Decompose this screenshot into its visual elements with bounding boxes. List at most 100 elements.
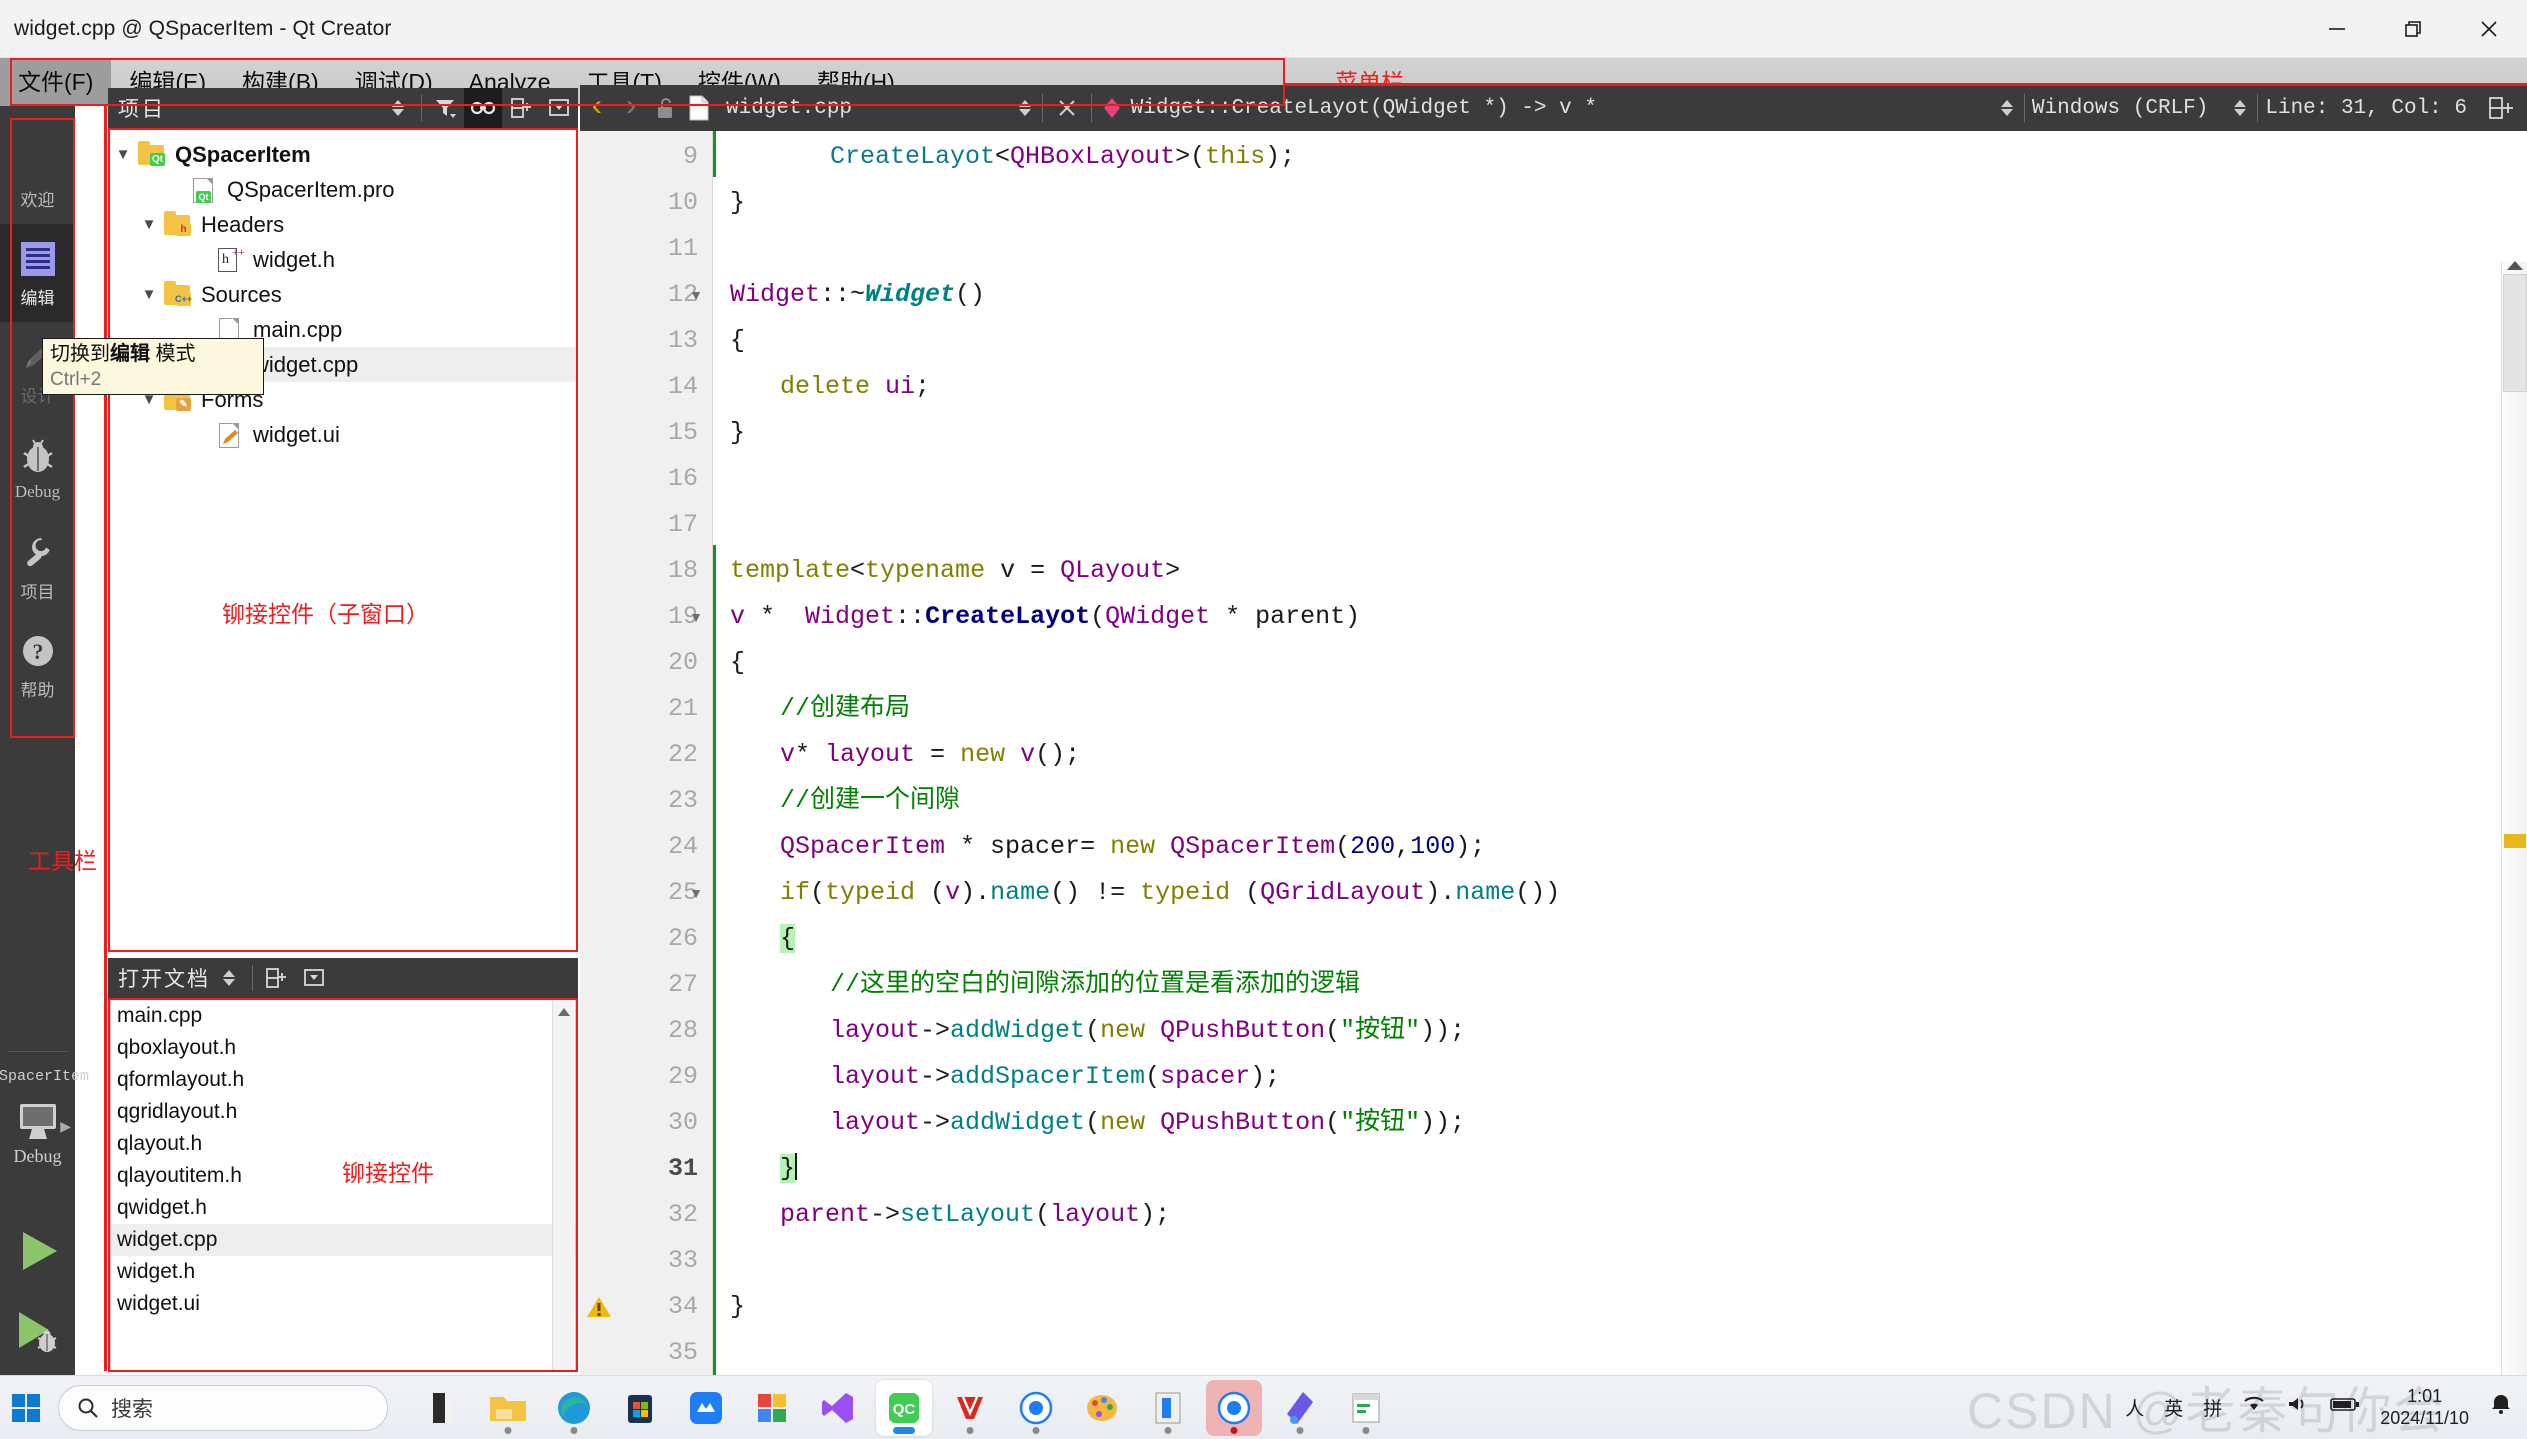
ime-person[interactable]: 人	[2125, 1394, 2144, 1421]
code-line[interactable]: v* layout = new v();	[714, 732, 1080, 778]
code-line[interactable]: parent->setLayout(layout);	[714, 1192, 1170, 1238]
list-item[interactable]: qformlayout.h	[111, 1064, 575, 1096]
code-line[interactable]: }	[714, 410, 745, 456]
tree-item-sources[interactable]: ▼ C++ Sources	[110, 277, 576, 312]
fold-toggle-icon[interactable]: ▼	[686, 594, 706, 640]
code-line[interactable]: layout->addWidget(new QPushButton("按钮"))…	[714, 1008, 1465, 1054]
split-add-icon[interactable]	[502, 88, 540, 128]
code-line[interactable]: template<typename v = QLayout>	[714, 548, 1180, 594]
office-icon[interactable]	[744, 1380, 800, 1436]
recording-icon[interactable]	[1206, 1379, 1262, 1436]
code-line[interactable]: delete ui;	[714, 364, 930, 410]
list-item[interactable]: main.cpp	[111, 1000, 575, 1032]
battery-icon[interactable]	[2330, 1395, 2360, 1419]
edge-icon[interactable]	[546, 1380, 602, 1436]
code-line[interactable]: layout->addWidget(new QPushButton("按钮"))…	[714, 1100, 1465, 1146]
list-item-selected[interactable]: widget.cpp	[111, 1224, 575, 1256]
start-debugging-button[interactable]	[0, 1296, 75, 1366]
mode-help[interactable]: ? 帮助	[0, 616, 75, 714]
code-line[interactable]: CreateLayot<QHBoxLayout>(this);	[714, 134, 1295, 180]
volume-icon[interactable]	[2286, 1394, 2310, 1420]
clock[interactable]: 1:01 2024/11/10	[2380, 1385, 2469, 1429]
wps-icon[interactable]	[942, 1380, 998, 1436]
encoding-spinner[interactable]	[2230, 100, 2250, 116]
warning-icon[interactable]	[586, 1284, 612, 1330]
ime-mode[interactable]: 拼	[2203, 1394, 2222, 1421]
close-dropdown-icon[interactable]	[540, 88, 578, 128]
fold-toggle-icon[interactable]: ▼	[686, 870, 706, 916]
notification-icon[interactable]	[2489, 1393, 2513, 1421]
code-line[interactable]: }	[714, 1146, 798, 1192]
terminal-icon[interactable]	[1338, 1380, 1394, 1436]
chevron-down-icon[interactable]: ▼	[136, 286, 162, 303]
nav-forward-button[interactable]: ›	[614, 85, 648, 131]
nav-back-button[interactable]: ‹	[580, 85, 614, 131]
project-tree[interactable]: ▼ Qt QSpacerItem Qt QSpacerItem.pro ▼ h …	[110, 129, 576, 952]
list-item[interactable]: qboxlayout.h	[111, 1032, 575, 1064]
code-line[interactable]	[714, 1238, 730, 1284]
filter-icon[interactable]	[426, 88, 464, 128]
code-line[interactable]: //创建布局	[714, 686, 910, 732]
affinity-icon[interactable]	[1272, 1380, 1328, 1436]
symbol-selector[interactable]: Widget::CreateLayot(QWidget *) -> v *	[1131, 97, 1597, 120]
code-line[interactable]: }	[714, 180, 745, 226]
code-line[interactable]: v * Widget::CreateLayot(QWidget * parent…	[714, 594, 1360, 640]
code-line[interactable]	[714, 1330, 730, 1375]
code-line[interactable]: layout->addSpacerItem(spacer);	[714, 1054, 1280, 1100]
list-item[interactable]: widget.ui	[111, 1288, 575, 1320]
tree-item-pro-file[interactable]: Qt QSpacerItem.pro	[110, 172, 576, 207]
tree-item-widget-h[interactable]: h ++ widget.h	[110, 242, 576, 277]
code-area[interactable]: CreateLayot<QHBoxLayout>(this);}Widget::…	[714, 131, 2527, 1375]
maximize-restore-button[interactable]	[2375, 0, 2451, 58]
chevron-down-icon[interactable]: ▼	[136, 216, 162, 233]
tree-item-widget-ui[interactable]: widget.ui	[110, 417, 576, 452]
editor-scrollbar[interactable]	[2501, 261, 2527, 1375]
microsoft-store-icon[interactable]	[612, 1380, 668, 1436]
windows-start-icon[interactable]	[0, 1376, 52, 1439]
close-editor-icon[interactable]	[1050, 85, 1084, 131]
mode-projects[interactable]: 项目	[0, 518, 75, 616]
mode-edit[interactable]: 编辑	[0, 224, 75, 322]
mode-welcome[interactable]: 欢迎	[0, 126, 75, 224]
tree-item-headers[interactable]: ▼ h Headers	[110, 207, 576, 242]
list-item[interactable]: widget.h	[111, 1256, 575, 1288]
search-input[interactable]: 搜索	[58, 1384, 388, 1431]
code-line[interactable]: }	[714, 1284, 745, 1330]
run-button[interactable]	[0, 1216, 75, 1286]
code-line[interactable]: Widget::~Widget()	[714, 272, 985, 318]
minimize-button[interactable]	[2299, 0, 2375, 58]
code-line[interactable]: //创建一个间隙	[714, 778, 960, 824]
code-line[interactable]: {	[714, 916, 796, 962]
code-editor[interactable]: 9 10 11 12 ▼ 13 14 15 16 17 18 19 ▼ 20 21 22 23 24 25 ▼ 26 27…	[580, 131, 2527, 1375]
code-line[interactable]: {	[714, 640, 745, 686]
split-add-icon[interactable]	[257, 958, 295, 998]
wifi-icon[interactable]	[2242, 1394, 2266, 1420]
split-editor-icon[interactable]	[2483, 85, 2517, 131]
panel-combo-spinner[interactable]	[379, 88, 417, 128]
line-ending-selector[interactable]: Windows (CRLF)	[2032, 97, 2208, 120]
close-button[interactable]	[2451, 0, 2527, 58]
list-item[interactable]: qwidget.h	[111, 1192, 575, 1224]
file-explorer-icon[interactable]	[480, 1380, 536, 1436]
mode-debug[interactable]: Debug	[0, 420, 75, 518]
visual-studio-icon[interactable]	[810, 1380, 866, 1436]
kit-selector[interactable]: QSpacerItem Debug ▶	[0, 1066, 89, 1178]
close-dropdown-icon[interactable]	[295, 958, 333, 998]
code-line[interactable]	[714, 456, 730, 502]
editor-filename[interactable]: widget.cpp	[726, 97, 852, 120]
tree-item-project[interactable]: ▼ Qt QSpacerItem	[110, 137, 576, 172]
file-dropdown-spinner[interactable]	[1015, 100, 1035, 116]
file-explorer-dark-icon[interactable]	[414, 1380, 470, 1436]
code-line[interactable]: if(typeid (v).name() != typeid (QGridLay…	[714, 870, 1560, 916]
wechat-icon[interactable]	[678, 1380, 734, 1436]
fold-toggle-icon[interactable]: ▼	[686, 272, 706, 318]
open-documents-combo-spinner[interactable]	[210, 958, 248, 998]
scroll-up-icon[interactable]	[553, 1001, 575, 1023]
code-line[interactable]: QSpacerItem * spacer= new QSpacerItem(20…	[714, 824, 1485, 870]
typora-icon[interactable]	[1008, 1380, 1064, 1436]
scrollbar-thumb[interactable]	[2503, 274, 2527, 392]
menu-file[interactable]: 文件(F)	[0, 58, 112, 106]
code-line[interactable]	[714, 226, 730, 272]
code-line[interactable]	[714, 502, 730, 548]
paint-icon[interactable]	[1074, 1380, 1130, 1436]
